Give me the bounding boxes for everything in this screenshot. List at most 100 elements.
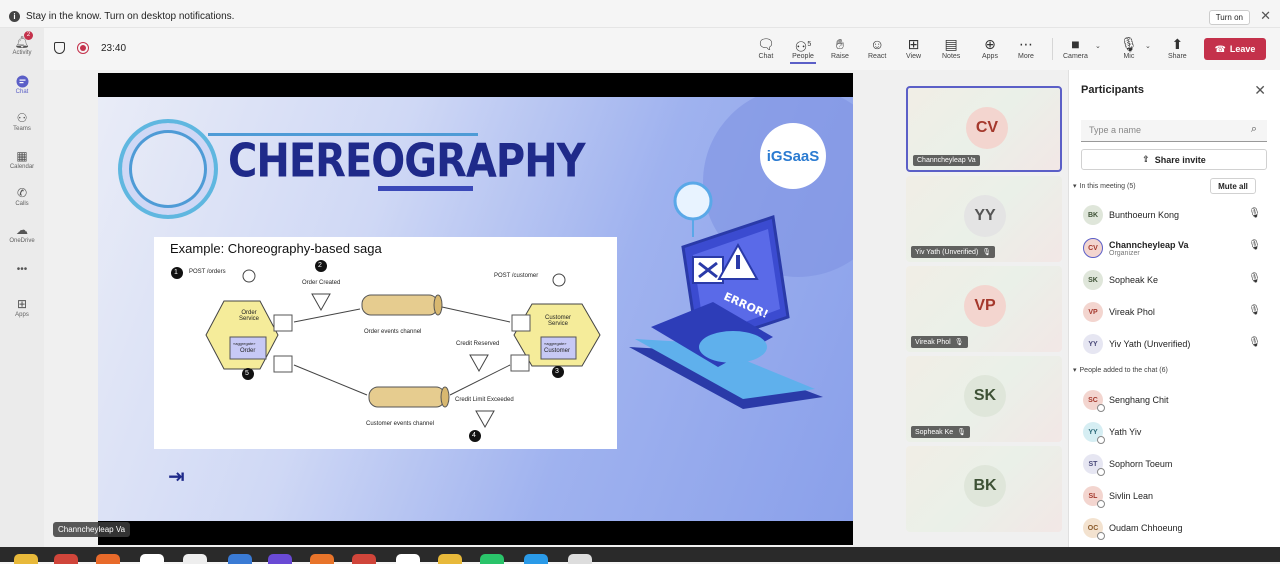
participant-row[interactable]: YY Yiv Yath (Unverified) 🎙︎: [1083, 332, 1273, 356]
video-tile[interactable]: CV Channcheyleap Va: [906, 86, 1062, 172]
chat-button[interactable]: 🗨︎ Chat: [757, 36, 775, 60]
chevron-down-icon: ⌄: [1145, 43, 1151, 50]
avatar: OC: [1083, 518, 1105, 540]
mic-off-icon: 🎙︎: [1248, 305, 1261, 316]
taskbar-app-icon[interactable]: [228, 554, 252, 564]
share-invite-button[interactable]: ⇪ Share invite: [1081, 149, 1267, 170]
meeting-stage: CHEREOGRAPHY iGSaaS Example: Choreograph…: [44, 70, 1068, 547]
close-icon[interactable]: ✕: [1254, 82, 1266, 99]
video-tile[interactable]: SK Sopheak Ke 🎙︎: [906, 356, 1062, 442]
rail-item-chat[interactable]: Chat: [0, 73, 44, 95]
participant-row[interactable]: ST Sophorn Toeum: [1083, 452, 1273, 476]
view-button[interactable]: ⊞ View: [906, 36, 921, 60]
participant-row[interactable]: SC Senghang Chit: [1083, 388, 1273, 412]
taskbar-app-icon[interactable]: [310, 554, 334, 564]
shield-icon: [54, 42, 65, 54]
taskbar-app-icon[interactable]: [96, 554, 120, 564]
raise-hand-button[interactable]: ✋︎ Raise: [831, 36, 849, 60]
rail-item-onedrive[interactable]: ☁︎ OneDrive: [0, 222, 44, 244]
diagram-label: Customer: [544, 348, 571, 354]
camera-options-chevron[interactable]: ⌄: [1095, 42, 1101, 50]
diagram-label: Order: [240, 348, 256, 354]
rail-item-more[interactable]: •••: [0, 264, 44, 275]
taskbar-app-icon[interactable]: [438, 554, 462, 564]
participant-row[interactable]: YY Yath Yiv: [1083, 420, 1273, 444]
in-meeting-header[interactable]: ▾ In this meeting (5): [1073, 182, 1136, 191]
video-tile[interactable]: VP Vireak Phol 🎙︎: [906, 266, 1062, 352]
leave-button[interactable]: ☎︎ Leave: [1204, 38, 1266, 60]
avatar: CV: [966, 107, 1008, 149]
phone-icon: ✆: [16, 186, 28, 200]
participant-row[interactable]: CV Channcheyleap Va Organizer 🎙︎: [1083, 235, 1273, 261]
diagram-label: «aggregate»: [544, 341, 567, 346]
taskbar-app-icon[interactable]: [524, 554, 548, 564]
grid-icon: ⊞: [907, 36, 920, 52]
share-button[interactable]: ⬆ Share: [1168, 36, 1187, 60]
rail-item-calls[interactable]: ✆ Calls: [0, 185, 44, 207]
slide-title: CHEREOGRAPHY: [228, 135, 586, 188]
panel-title: Participants: [1081, 84, 1144, 96]
search-icon: ⌕: [1250, 123, 1257, 135]
participant-row[interactable]: OC Oudam Chhoeung: [1083, 516, 1273, 540]
participant-row[interactable]: SK Sopheak Ke 🎙︎: [1083, 268, 1273, 292]
video-tile[interactable]: BK: [906, 446, 1062, 532]
apps-button[interactable]: ⊕ Apps: [982, 36, 998, 60]
hand-icon: ✋︎: [835, 36, 844, 52]
chat-icon: [14, 73, 30, 89]
taskbar-app-icon[interactable]: [396, 554, 420, 564]
taskbar-app-icon[interactable]: [480, 554, 504, 564]
participant-row[interactable]: SL Sivlin Lean: [1083, 484, 1273, 508]
mute-all-button[interactable]: Mute all: [1210, 178, 1256, 194]
notification-bar: i Stay in the know. Turn on desktop noti…: [0, 6, 1280, 28]
diagram-label: Order Service: [238, 310, 259, 322]
react-button[interactable]: ☺ React: [868, 36, 886, 60]
participant-row[interactable]: VP Vireak Phol 🎙︎: [1083, 300, 1273, 324]
mic-icon: 🎙︎: [1248, 240, 1261, 251]
diagram-label: POST /customer: [494, 273, 539, 279]
people-button[interactable]: ⚇5 People: [790, 36, 816, 64]
avatar: SK: [1083, 270, 1103, 290]
taskbar-app-icon[interactable]: [183, 554, 207, 564]
tile-name: Channcheyleap Va: [913, 155, 980, 166]
turn-on-button[interactable]: Turn on: [1208, 10, 1250, 25]
video-tile[interactable]: YY Yiv Yath (Unverified) 🎙︎: [906, 176, 1062, 262]
notes-button[interactable]: ▤ Notes: [942, 36, 960, 60]
taskbar-app-icon[interactable]: [268, 554, 292, 564]
taskbar-app-icon[interactable]: [140, 554, 164, 564]
shared-screen: CHEREOGRAPHY iGSaaS Example: Choreograph…: [98, 73, 853, 545]
more-button[interactable]: ⋯ More: [1018, 36, 1034, 60]
chevron-down-icon: ⌄: [1095, 43, 1101, 50]
taskbar-app-icon[interactable]: [568, 554, 592, 564]
rail-item-activity[interactable]: 🔔︎ 2 Activity: [0, 31, 44, 56]
avatar: SL: [1083, 486, 1105, 508]
diagram-label: Order Created: [302, 280, 341, 286]
rail-label: Apps: [15, 312, 29, 318]
diagram-label: Credit Reserved: [456, 341, 500, 347]
presenter-label: Channcheyleap Va: [53, 522, 131, 537]
recording-icon: [77, 42, 89, 54]
participant-row[interactable]: BK Bunthoeurn Kong 🎙︎: [1083, 203, 1273, 227]
smile-icon: ☺: [870, 36, 885, 52]
mic-icon: 🎙︎: [1120, 36, 1138, 52]
rail-item-apps[interactable]: ⊞ Apps: [0, 296, 44, 318]
mic-options-chevron[interactable]: ⌄: [1145, 42, 1151, 50]
avatar: BK: [964, 465, 1006, 507]
search-input[interactable]: Type a name ⌕: [1081, 120, 1267, 142]
mic-button[interactable]: 🎙︎ Mic: [1120, 36, 1138, 60]
step-number: 5: [245, 370, 249, 377]
calendar-icon: ▦: [16, 149, 28, 163]
camera-button[interactable]: ■ Camera: [1063, 36, 1088, 60]
avatar: VP: [964, 285, 1006, 327]
title-underline: [378, 186, 473, 191]
taskbar-app-icon[interactable]: [54, 554, 78, 564]
rail-item-calendar[interactable]: ▦ Calendar: [0, 148, 44, 170]
chat-bubble-icon: 🗨︎: [757, 36, 775, 52]
rail-item-teams[interactable]: ⚇ Teams: [0, 110, 44, 132]
os-taskbar: [0, 547, 1280, 564]
close-icon[interactable]: ✕: [1260, 8, 1271, 24]
added-header[interactable]: ▾ People added to the chat (6): [1073, 366, 1168, 375]
taskbar-app-icon[interactable]: [14, 554, 38, 564]
mic-muted-icon: 🎙︎: [957, 429, 967, 436]
app-rail: 🔔︎ 2 Activity Chat ⚇ Teams ▦ Calendar ✆ …: [0, 28, 44, 548]
taskbar-app-icon[interactable]: [352, 554, 376, 564]
